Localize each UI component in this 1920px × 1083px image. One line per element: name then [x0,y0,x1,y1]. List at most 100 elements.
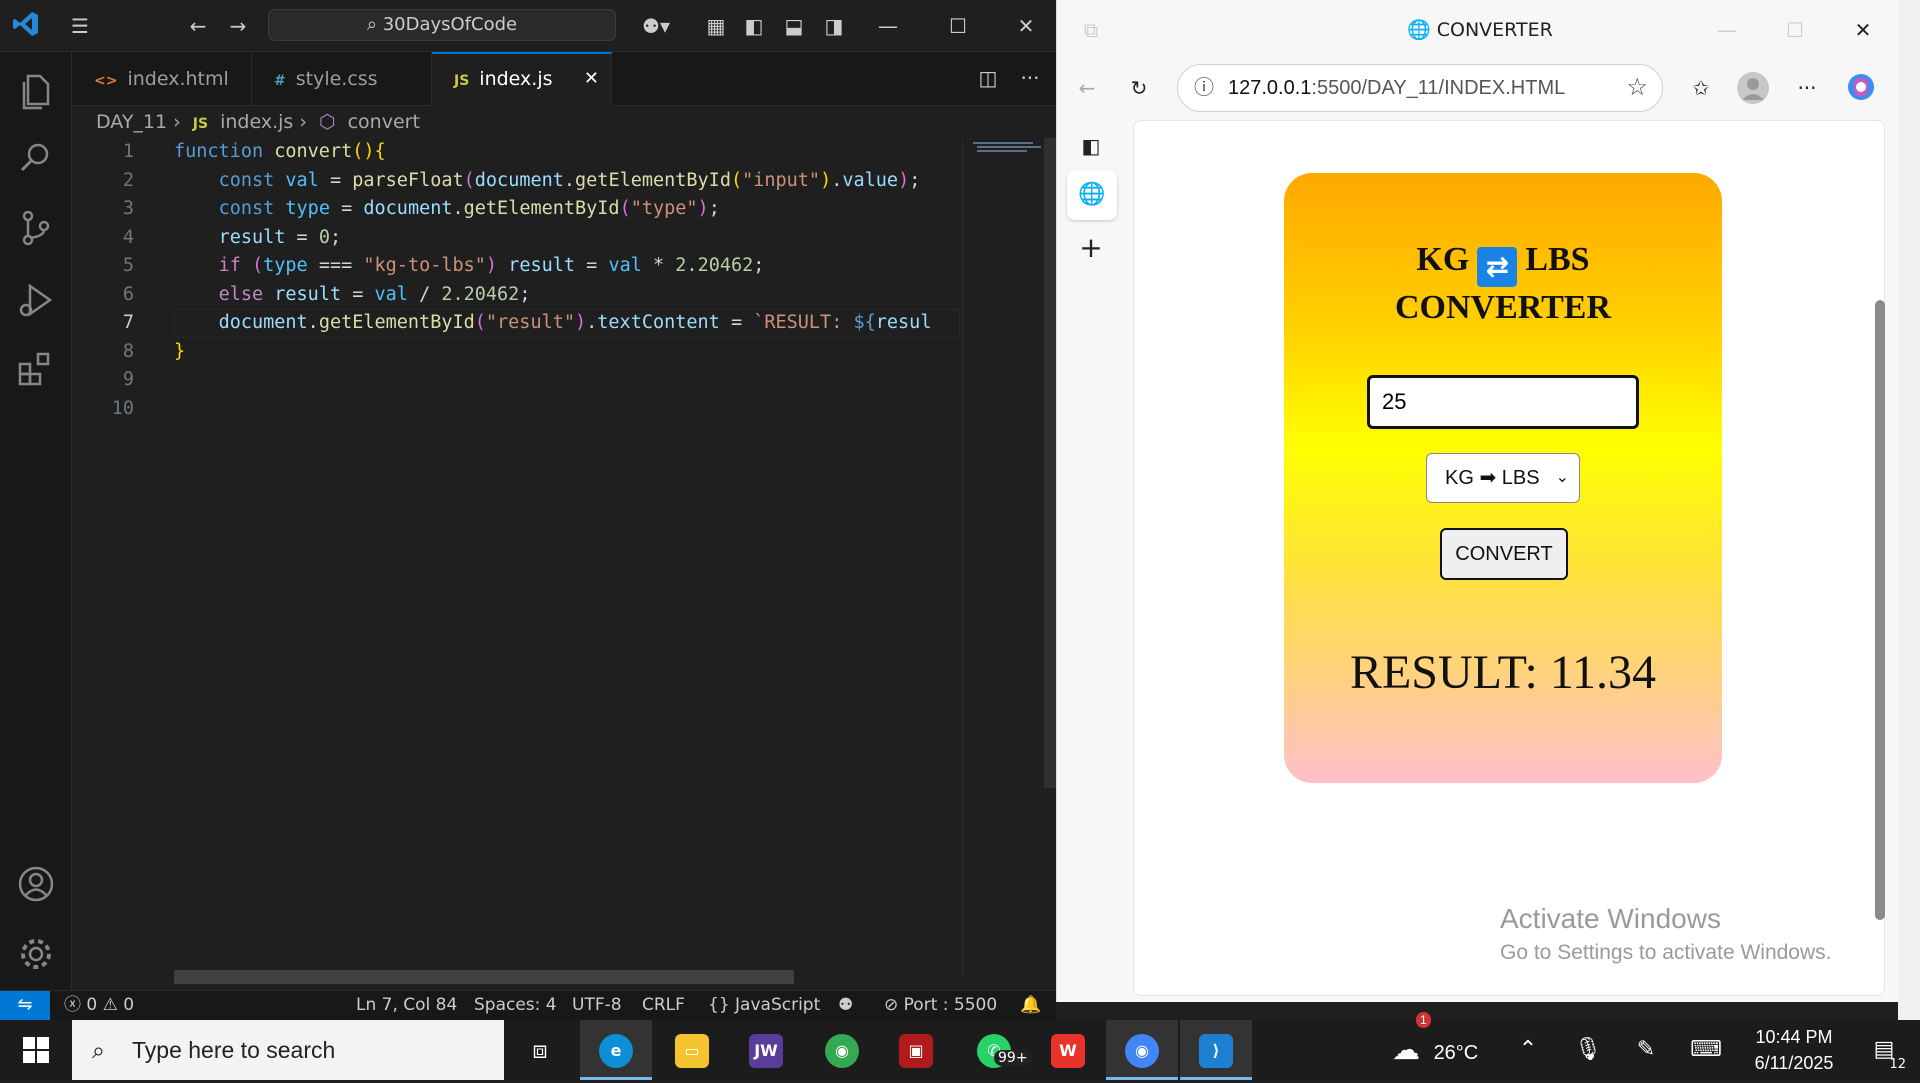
notifications-bell-icon[interactable]: 🔔 [1020,991,1041,1019]
notification-badge: 99+ [994,1050,1032,1066]
close-icon[interactable]: ✕ [1010,10,1042,42]
taskbar-search-box[interactable]: ⌕ Type here to search [72,1020,504,1080]
favorites-icon[interactable]: ✩ [1685,72,1717,104]
vscode-taskbar-icon[interactable]: ⟩ [1180,1020,1252,1080]
info-icon: ⓘ [1194,77,1214,99]
tab-title[interactable]: 🌐 CONVERTER [1407,0,1553,60]
more-actions-icon[interactable]: ··· [1014,62,1046,94]
code-line: 1 function convert(){ [122,141,386,162]
back-icon[interactable]: ← [1071,72,1103,104]
close-icon[interactable]: ✕ [1847,14,1879,46]
address-bar[interactable]: ⓘ 127.0.0.1:5500/DAY_11/INDEX.HTML ☆ [1177,64,1663,112]
toggle-sidebar-icon[interactable]: ◧ [738,10,770,42]
code-line: 7 document.getElementById("result").text… [122,312,932,333]
minimize-icon[interactable]: — [872,10,904,42]
breadcrumb-symbol[interactable]: convert [348,111,420,133]
jw-app-icon[interactable]: JW [730,1020,802,1080]
copilot-icon[interactable]: ⚉▾ [634,10,678,42]
remote-indicator-icon[interactable]: ⇋ [0,991,50,1021]
vscode-window: ☰ ← → ⌕ 30DaysOfCode ⚉▾ ▦ ◧ ⬓ ◨ — ☐ ✕ <>… [0,0,1056,1021]
tab-style-css[interactable]: # style.css [252,52,432,106]
code-line: 2 const val = parseFloat(document.getEle… [122,169,921,191]
live-server-port[interactable]: ⊘ Port : 5500 [884,991,997,1019]
weight-input[interactable]: 25 [1367,375,1639,429]
wps-office-icon[interactable]: W [1032,1020,1104,1080]
converter-card: KG ⇄ LBS CONVERTER 25 KG ➡ LBS ⌄ CONVERT RE… [1284,173,1722,783]
cloud-icon: ☁ [1392,1034,1420,1065]
code-line: 5 if (type === "kg-to-lbs") result = val… [122,255,765,276]
notification-center-icon[interactable]: ▤ 12 [1856,1020,1912,1080]
task-view-icon[interactable]: ⧈ [504,1020,576,1080]
chevron-up-icon[interactable]: ⌃ [1508,1020,1548,1080]
chrome-profile-icon[interactable]: ◉ [1106,1020,1178,1080]
run-debug-icon[interactable] [14,278,58,322]
page-scrollbar[interactable] [1875,300,1885,920]
minimize-icon[interactable]: — [1711,14,1743,46]
editor-vertical-scrollbar[interactable] [1044,138,1056,788]
file-explorer-icon[interactable]: ▭ [656,1020,728,1080]
microphone-icon[interactable]: 🎙 [1568,1020,1608,1080]
chevron-right-icon: › [173,111,181,133]
keyboard-icon[interactable]: ⌨ [1684,1020,1728,1080]
copilot-icon[interactable] [1845,72,1877,104]
maximize-icon[interactable]: ☐ [942,10,974,42]
start-windows-icon[interactable] [0,1020,72,1080]
editor-horizontal-scrollbar[interactable] [174,970,794,984]
toggle-secondary-sidebar-icon[interactable]: ◨ [818,10,850,42]
new-tab-plus-icon[interactable]: + [1075,232,1107,264]
back-icon[interactable]: ← [182,10,214,42]
refresh-icon[interactable]: ↻ [1123,72,1155,104]
source-control-icon[interactable] [14,206,58,250]
customize-layout-icon[interactable]: ▦ [700,10,732,42]
split-editor-icon[interactable]: ◫ [972,62,1004,94]
search-icon[interactable] [14,136,58,180]
red-app-icon[interactable]: ▣ [880,1020,952,1080]
status-bar: ⇋ ⓧ 0 ⚠ 0 Ln 7, Col 84 Spaces: 4 UTF-8 C… [0,990,1056,1021]
sidebar-toggle-icon[interactable]: ◧ [1075,130,1107,162]
edge-app-icon[interactable]: e [580,1020,652,1080]
breadcrumb-folder[interactable]: DAY_11 [96,111,167,133]
indentation[interactable]: Spaces: 4 [474,991,557,1019]
minimap[interactable] [962,138,1046,978]
braces-icon: {} [708,995,730,1015]
copilot-status-icon[interactable]: ⚉ [838,991,853,1019]
symbol-method-icon: ⬡ [318,111,336,133]
toggle-panel-icon[interactable]: ⬓ [778,10,810,42]
cursor-position[interactable]: Ln 7, Col 84 [356,991,457,1019]
css-file-icon: # [274,73,286,89]
tab-index-html[interactable]: <> index.html [72,52,252,106]
active-tab-globe-icon[interactable]: 🌐 [1067,170,1117,220]
breadcrumb-file[interactable]: index.js [220,111,293,133]
browser-vertical-sidebar: ◧ 🌐 + [1057,120,1131,1002]
convert-button[interactable]: CONVERT [1440,528,1568,580]
forward-icon[interactable]: → [222,10,254,42]
weather-widget[interactable]: ☁ 1 26°C [1392,1012,1478,1080]
menu-icon[interactable]: ☰ [64,10,96,42]
explorer-icon[interactable] [14,68,58,112]
problems-indicator[interactable]: ⓧ 0 ⚠ 0 [64,991,134,1019]
workspaces-icon[interactable]: ⧉ [1075,14,1107,46]
settings-more-icon[interactable]: ··· [1791,72,1823,104]
extensions-icon[interactable] [14,348,58,392]
favorite-star-icon[interactable]: ☆ [1626,65,1648,111]
settings-gear-icon[interactable] [14,932,58,976]
weather-badge: 1 [1416,1012,1431,1028]
line-ending[interactable]: CRLF [642,991,685,1019]
conversion-type-select[interactable]: KG ➡ LBS ⌄ [1426,453,1580,503]
code-editor[interactable]: 1 function convert(){ 2 const val = parse… [72,138,960,978]
pen-icon[interactable]: ✎ [1626,1020,1666,1080]
clock[interactable]: 10:44 PM 6/11/2025 [1734,1024,1854,1076]
command-center-search[interactable]: ⌕ 30DaysOfCode [268,9,616,41]
code-line: 8} [122,340,186,362]
background-window-edge [1898,0,1920,1020]
tab-index-js[interactable]: JS index.js ✕ [432,52,612,106]
encoding[interactable]: UTF-8 [572,991,622,1019]
maximize-icon[interactable]: ☐ [1779,14,1811,46]
code-line: 9 [122,369,134,390]
profile-avatar[interactable] [1737,72,1769,104]
whatsapp-icon[interactable]: ✆ 99+ [958,1020,1032,1080]
chrome-icon[interactable]: ◉ [806,1020,878,1080]
close-tab-icon[interactable]: ✕ [584,54,599,104]
accounts-icon[interactable] [14,862,58,906]
language-mode[interactable]: {} JavaScript [708,991,820,1019]
